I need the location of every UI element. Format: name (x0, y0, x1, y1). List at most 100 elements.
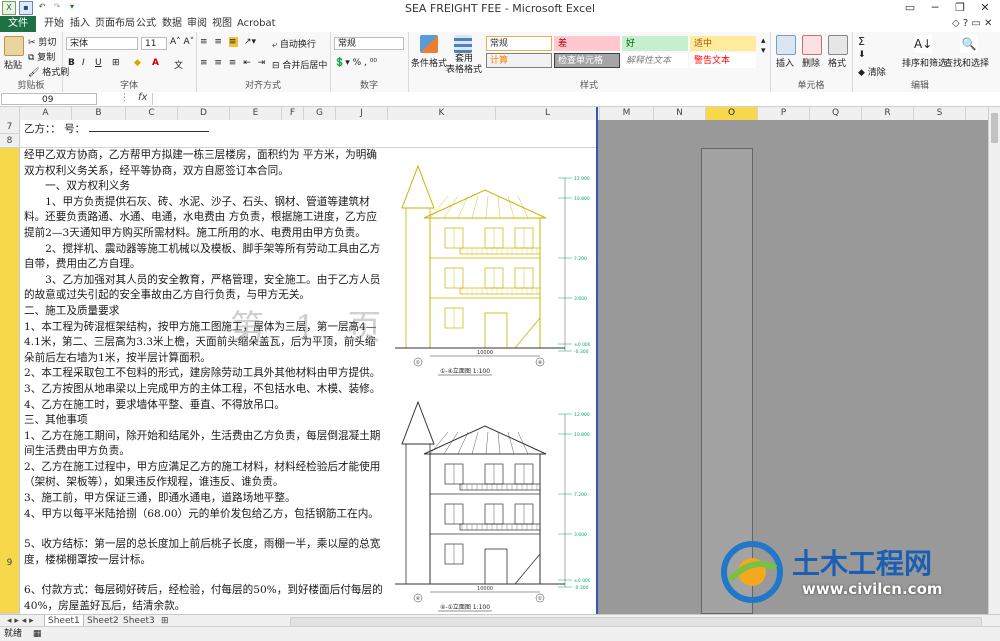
paste-icon[interactable] (4, 36, 24, 56)
underline-button[interactable]: U (95, 58, 102, 68)
editing-label: 编辑 (910, 81, 929, 91)
number-format-icons[interactable]: 💲▾ % , ⁰⁰ (334, 58, 377, 68)
column-header-o[interactable]: O (706, 107, 758, 120)
cell-style-4[interactable]: 计算 (486, 53, 552, 68)
watermark-title: 土木工程网 (792, 547, 933, 580)
font-grow-shrink-icon[interactable]: A˄ A˅ (170, 37, 194, 47)
format-cells-icon[interactable] (828, 35, 848, 55)
restore-icon[interactable]: ❐ (947, 0, 973, 16)
row-header-7[interactable]: 7 (0, 120, 20, 134)
autosum-icon[interactable]: Σ (858, 35, 865, 48)
fill-icon[interactable]: ⬇ (858, 50, 866, 60)
delete-cells-button[interactable]: 删除 (802, 56, 820, 69)
help-icon[interactable]: ◇ ? ▭ ✕ (948, 16, 996, 32)
roof-tile-line (457, 431, 469, 455)
column-header-n[interactable]: N (654, 107, 706, 120)
orientation-icon[interactable]: ↗▾ (244, 37, 256, 47)
paste-button[interactable]: 粘贴 (4, 58, 22, 71)
copy-button[interactable]: ⧉ 复制 (28, 50, 55, 63)
scroll-thumb[interactable] (991, 113, 998, 143)
cell-style-1[interactable]: 差 (554, 36, 620, 51)
tab-review[interactable]: 审阅 (183, 16, 211, 32)
fill-color-icon[interactable]: ◆ (134, 58, 141, 68)
column-header-g[interactable]: G (304, 107, 336, 120)
find-select-button[interactable]: 查找和选择 (944, 56, 989, 69)
tab-acrobat[interactable]: Acrobat (233, 16, 280, 32)
column-header-d[interactable]: D (178, 107, 230, 120)
wrap-text-button[interactable]: ⤶ 自动换行 (272, 37, 316, 50)
column-header-e[interactable]: E (230, 107, 282, 120)
cut-button[interactable]: ✂ 剪切 (28, 35, 56, 48)
cell-style-5[interactable]: 检查单元格 (554, 53, 620, 68)
cell-style-3[interactable]: 适中 (690, 36, 756, 51)
number-format-select[interactable]: 常规 (334, 37, 404, 50)
insert-cells-button[interactable]: 插入 (776, 56, 794, 69)
close-icon[interactable]: ✕ (972, 0, 998, 16)
row-header-8[interactable]: 8 (0, 134, 20, 148)
column-header-j[interactable]: J (336, 107, 388, 120)
format-table-icon[interactable] (454, 35, 472, 53)
conditional-format-button[interactable]: 条件格式 (411, 56, 447, 69)
cell-style-7[interactable]: 警告文本 (690, 53, 756, 68)
column-header-m[interactable]: M (600, 107, 654, 120)
select-all-corner[interactable] (0, 107, 20, 120)
tab-formulas[interactable]: 公式 (132, 16, 160, 32)
format-cells-button[interactable]: 格式 (828, 56, 846, 69)
wrap-text-label: 自动换行 (279, 40, 316, 50)
sort-filter-button[interactable]: 排序和筛选 (902, 56, 947, 69)
row-header-9[interactable]: 9 (0, 148, 20, 614)
column-header-a[interactable]: A (20, 107, 72, 120)
italic-button[interactable]: I (82, 58, 85, 68)
insert-cells-icon[interactable] (776, 35, 796, 55)
insert-function-icon[interactable]: fx (138, 92, 147, 103)
cell-style-0[interactable]: 常规 (486, 36, 552, 51)
tab-home[interactable]: 开始 (40, 16, 68, 32)
gallery-scroll-icon[interactable]: ▴ ▾ (761, 36, 766, 56)
column-header-c[interactable]: C (126, 107, 178, 120)
sort-filter-icon[interactable]: A↓ (914, 35, 932, 53)
column-header-p[interactable]: P (758, 107, 810, 120)
conditional-format-icon[interactable] (420, 35, 438, 53)
tab-file[interactable]: 文件 (0, 16, 36, 32)
merge-center-button[interactable]: ⊟ 合并后居中 (272, 58, 327, 71)
bold-button[interactable]: B (68, 58, 75, 68)
tab-insert[interactable]: 插入 (66, 16, 94, 32)
tab-data[interactable]: 数据 (158, 16, 186, 32)
minimize-icon[interactable]: ─ (922, 0, 948, 16)
column-header-f[interactable]: F (282, 107, 304, 120)
macro-record-icon[interactable]: ▦ (33, 629, 42, 639)
cell-style-2[interactable]: 好 (622, 36, 688, 51)
watermark-url: www.civilcn.com (802, 580, 943, 598)
format-table-button[interactable]: 套用 表格格式 (446, 54, 482, 76)
tab-view[interactable]: 视图 (208, 16, 236, 32)
number-label: 数字 (359, 81, 378, 91)
dimension-text: 10000 (477, 350, 493, 356)
column-header-q[interactable]: Q (810, 107, 862, 120)
title-bar: X ▪ ↶ ↷ ▾ SEA FREIGHT FEE - Microsoft Ex… (0, 0, 1000, 16)
contract-paragraph: 1、乙方在施工期间，除开始和结尾外，生活费由乙方负责，每层倒混凝土期间生活费由甲… (24, 429, 381, 458)
styles-group: 条件格式 套用 表格格式 常规差好适中 计算 检查单元格 解释性文本 警告文本 ▴ ▾ 样… (408, 32, 771, 92)
phonetic-icon[interactable]: 文 (174, 58, 183, 71)
horizontal-align-icons[interactable]: ≡ ≡ ≡ ⇤ ⇥ (200, 58, 267, 68)
column-header-k[interactable]: K (388, 107, 496, 120)
column-header-s[interactable]: S (914, 107, 966, 120)
column-header-l[interactable]: L (496, 107, 600, 120)
font-color-icon[interactable]: A (152, 58, 159, 68)
clear-button[interactable]: ◆ 清除 (858, 65, 886, 78)
cell-style-6[interactable]: 解释性文本 (622, 53, 688, 68)
delete-cells-icon[interactable] (802, 35, 822, 55)
clipboard-label: 剪贴板 (17, 81, 45, 91)
find-select-icon[interactable]: 🔍 (960, 35, 978, 53)
font-name-select[interactable]: 宋体 (66, 37, 138, 50)
font-size-select[interactable]: 11 (141, 37, 167, 50)
vertical-align-icons[interactable]: ≡ ≡ ≡ (200, 37, 239, 47)
name-box[interactable]: 09 (1, 93, 97, 105)
ribbon-display-icon[interactable]: ▭ (897, 0, 923, 16)
roof-tile-line (517, 195, 529, 219)
border-icon[interactable]: ⊞ (112, 58, 120, 68)
vertical-scrollbar[interactable] (988, 107, 1000, 614)
column-header-r[interactable]: R (862, 107, 914, 120)
column-header-b[interactable]: B (72, 107, 126, 120)
formula-input[interactable] (152, 93, 987, 105)
dimension-text: 10000 (477, 586, 493, 592)
